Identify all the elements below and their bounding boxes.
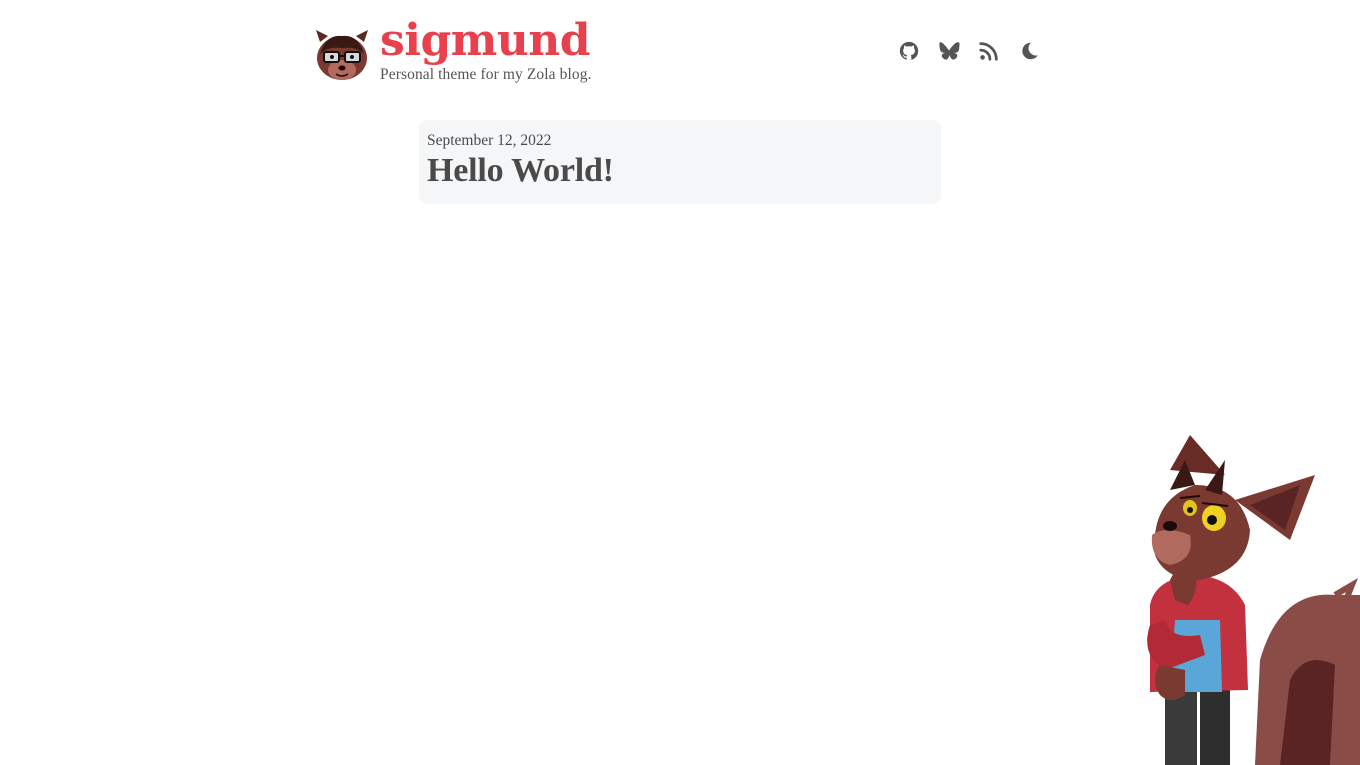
site-header: sigmund Personal theme for my Zola blog. — [312, 14, 1040, 94]
post-date: September 12, 2022 — [427, 132, 552, 149]
home-link[interactable]: sigmund Personal theme for my Zola blog. — [312, 14, 592, 84]
moon-theme-toggle-icon[interactable] — [1018, 40, 1040, 62]
page: sigmund Personal theme for my Zola blog. — [0, 0, 1360, 765]
bluesky-butterfly-icon[interactable] — [938, 40, 960, 62]
fox-mascot-illustration — [1147, 435, 1360, 765]
github-icon[interactable] — [898, 40, 920, 62]
rss-icon[interactable] — [978, 40, 1000, 62]
site-description: Personal theme for my Zola blog. — [380, 66, 592, 83]
fox-avatar-icon — [316, 30, 368, 80]
post-card[interactable]: September 12, 2022 Hello World! — [419, 120, 941, 204]
post-title[interactable]: Hello World! — [427, 152, 933, 190]
site-title[interactable]: sigmund — [380, 14, 592, 68]
social-nav — [898, 40, 1040, 62]
